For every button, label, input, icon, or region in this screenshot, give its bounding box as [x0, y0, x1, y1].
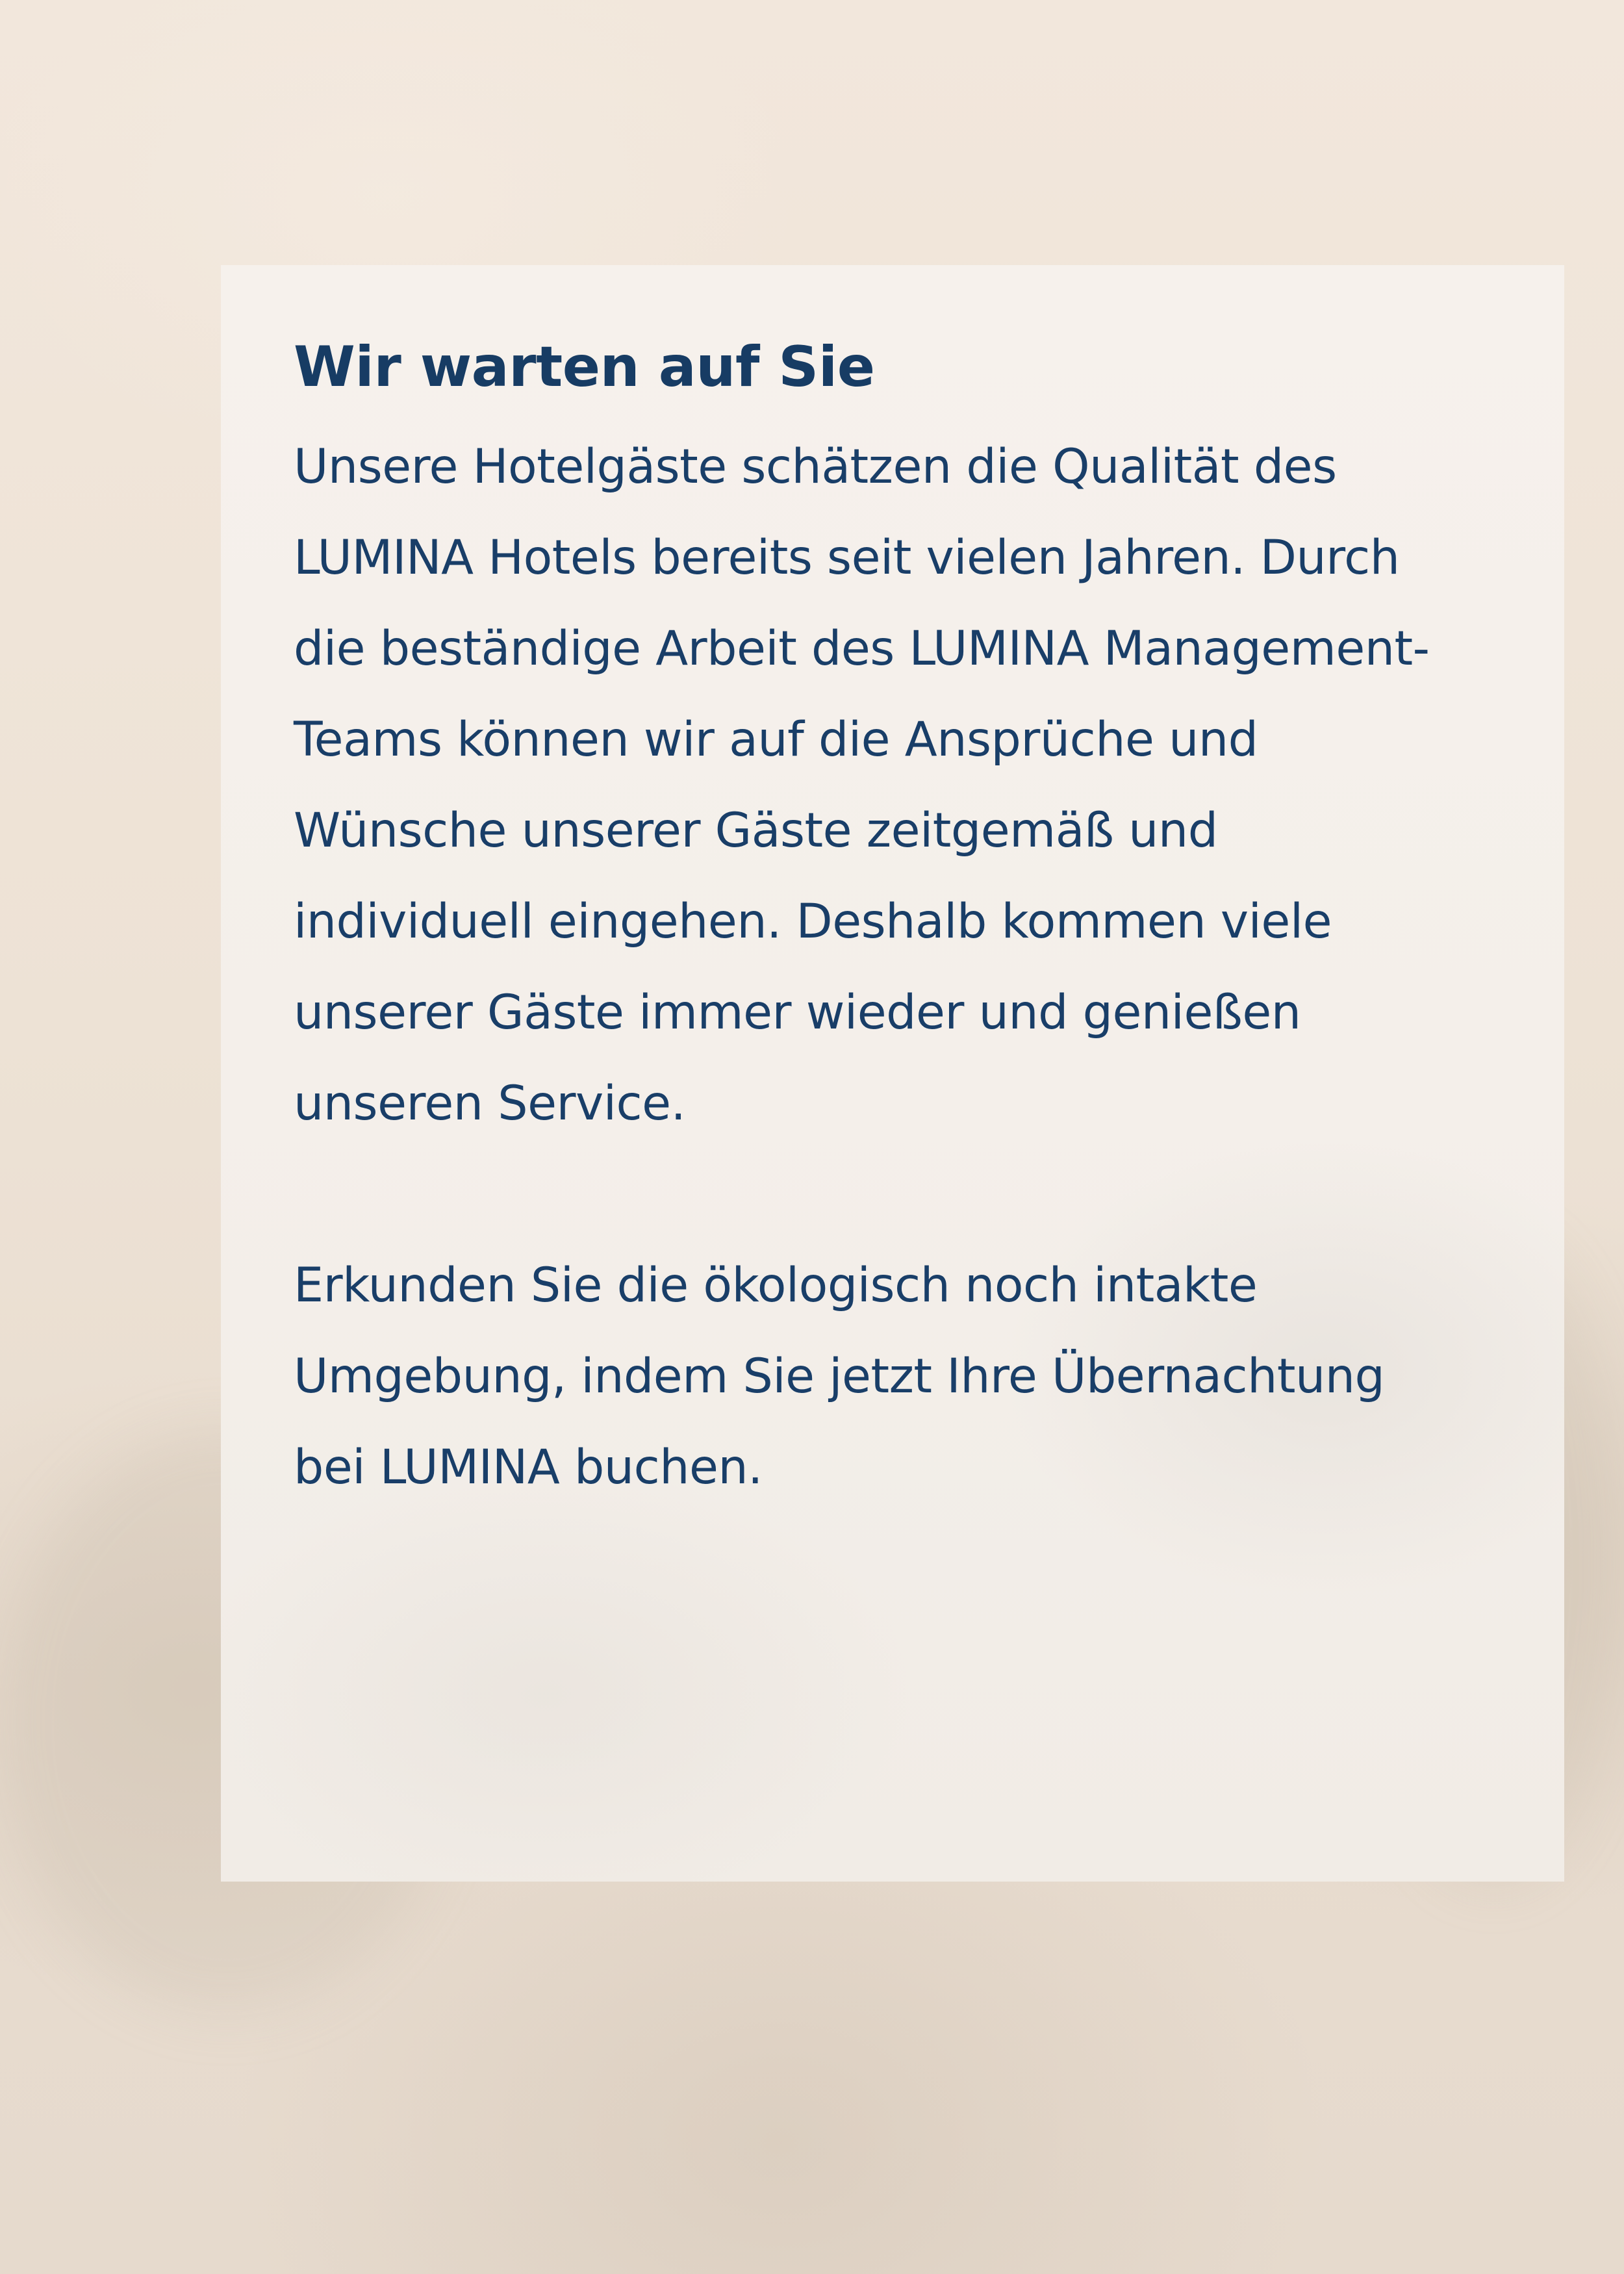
content-card: Wir warten auf Sie Unsere Hotelgäste sch… [221, 265, 1564, 1882]
paragraph-line: individuell eingehen. Deshalb kommen vie… [294, 893, 1332, 949]
card-content: Wir warten auf Sie Unsere Hotelgäste sch… [294, 337, 1547, 1513]
page-title: Wir warten auf Sie [294, 335, 875, 400]
paragraph-line: unserer Gäste immer wieder und genießen [294, 984, 1301, 1040]
paragraph-line: bei LUMINA buchen. [294, 1439, 763, 1495]
paragraph-line: Erkunden Sie die ökologisch noch intakte [294, 1257, 1258, 1313]
paragraph-line: Umgebung, indem Sie jetzt Ihre Übernacht… [294, 1348, 1385, 1404]
paragraph-line: unseren Service. [294, 1075, 686, 1131]
paragraph-line: LUMINA Hotels bereits seit vielen Jahren… [294, 530, 1400, 585]
paragraph-line: die beständige Arbeit des LUMINA Managem… [294, 620, 1430, 676]
intro-paragraph: Unsere Hotelgäste schätzen die Qualität … [294, 422, 1547, 1240]
booking-paragraph: Erkunden Sie die ökologisch noch intakte… [294, 1240, 1547, 1513]
paragraph-line: Unsere Hotelgäste schätzen die Qualität … [294, 439, 1337, 494]
paragraph-line: Wünsche unserer Gäste zeitgemäß und [294, 802, 1218, 858]
paragraph-line: Teams können wir auf die Ansprüche und [294, 711, 1258, 767]
